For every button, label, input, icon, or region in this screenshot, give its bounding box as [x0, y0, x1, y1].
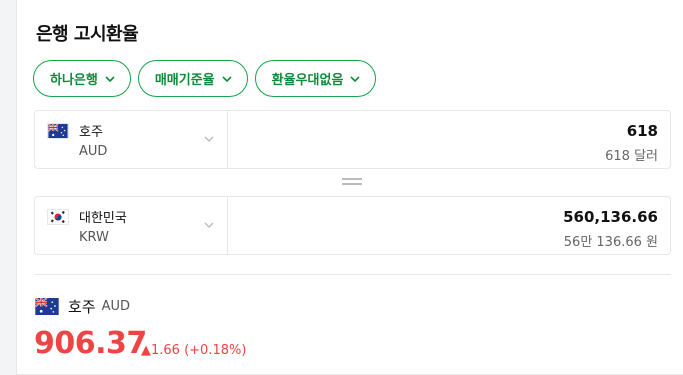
chevron-down-icon	[204, 136, 214, 142]
exchange-rate-card: 은행 고시환율 하나은행 매매기준율 환율우대없음 호주 AUD 618 618…	[16, 0, 683, 375]
rate-currency-name: 호주	[68, 298, 96, 316]
rate-change: ▲1.66 (+0.18%)	[141, 343, 247, 358]
chevron-down-icon	[222, 75, 232, 82]
to-currency-code: KRW	[79, 230, 109, 245]
bank-select-chip[interactable]: 하나은행	[33, 60, 131, 97]
chevron-down-icon	[105, 75, 115, 82]
page-title: 은행 고시환율	[36, 24, 139, 45]
south-korea-flag-icon	[47, 209, 69, 225]
from-currency-select[interactable]: 호주 AUD	[35, 111, 228, 168]
to-amount-value: 560,136.66	[563, 208, 658, 226]
rate-currency-code: AUD	[101, 299, 131, 314]
from-currency-row: 호주 AUD 618 618 달러	[34, 110, 671, 169]
australia-flag-icon	[34, 298, 59, 315]
from-currency-name: 호주	[79, 125, 103, 140]
australia-flag-icon	[47, 123, 69, 139]
from-currency-code: AUD	[79, 144, 108, 159]
to-currency-select[interactable]: 대한민국 KRW	[35, 197, 228, 254]
from-amount-value: 618	[626, 122, 658, 140]
preferential-rate-chip[interactable]: 환율우대없음	[254, 60, 377, 97]
to-amount-text: 56만 136.66 원	[563, 235, 658, 250]
to-currency-name: 대한민국	[79, 211, 127, 226]
rate-type-chip[interactable]: 매매기준율	[137, 60, 248, 97]
from-amount-text: 618 달러	[605, 149, 658, 164]
chevron-down-icon	[350, 75, 360, 82]
rate-header: 호주 AUD	[34, 296, 130, 317]
from-amount-input[interactable]: 618 618 달러	[228, 111, 670, 168]
chevron-down-icon	[204, 222, 214, 228]
to-amount-input[interactable]: 560,136.66 56만 136.66 원	[228, 197, 670, 254]
bank-select-label: 하나은행	[50, 73, 98, 88]
preferential-rate-label: 환율우대없음	[271, 73, 344, 88]
rate-type-label: 매매기준율	[154, 73, 215, 88]
to-currency-row: 대한민국 KRW 560,136.66 56만 136.66 원	[34, 196, 671, 255]
filter-chips: 하나은행 매매기준율 환율우대없음	[33, 60, 377, 97]
divider	[35, 274, 671, 275]
exchange-rate-value: 906.37	[34, 326, 147, 361]
equals-icon	[342, 178, 362, 186]
